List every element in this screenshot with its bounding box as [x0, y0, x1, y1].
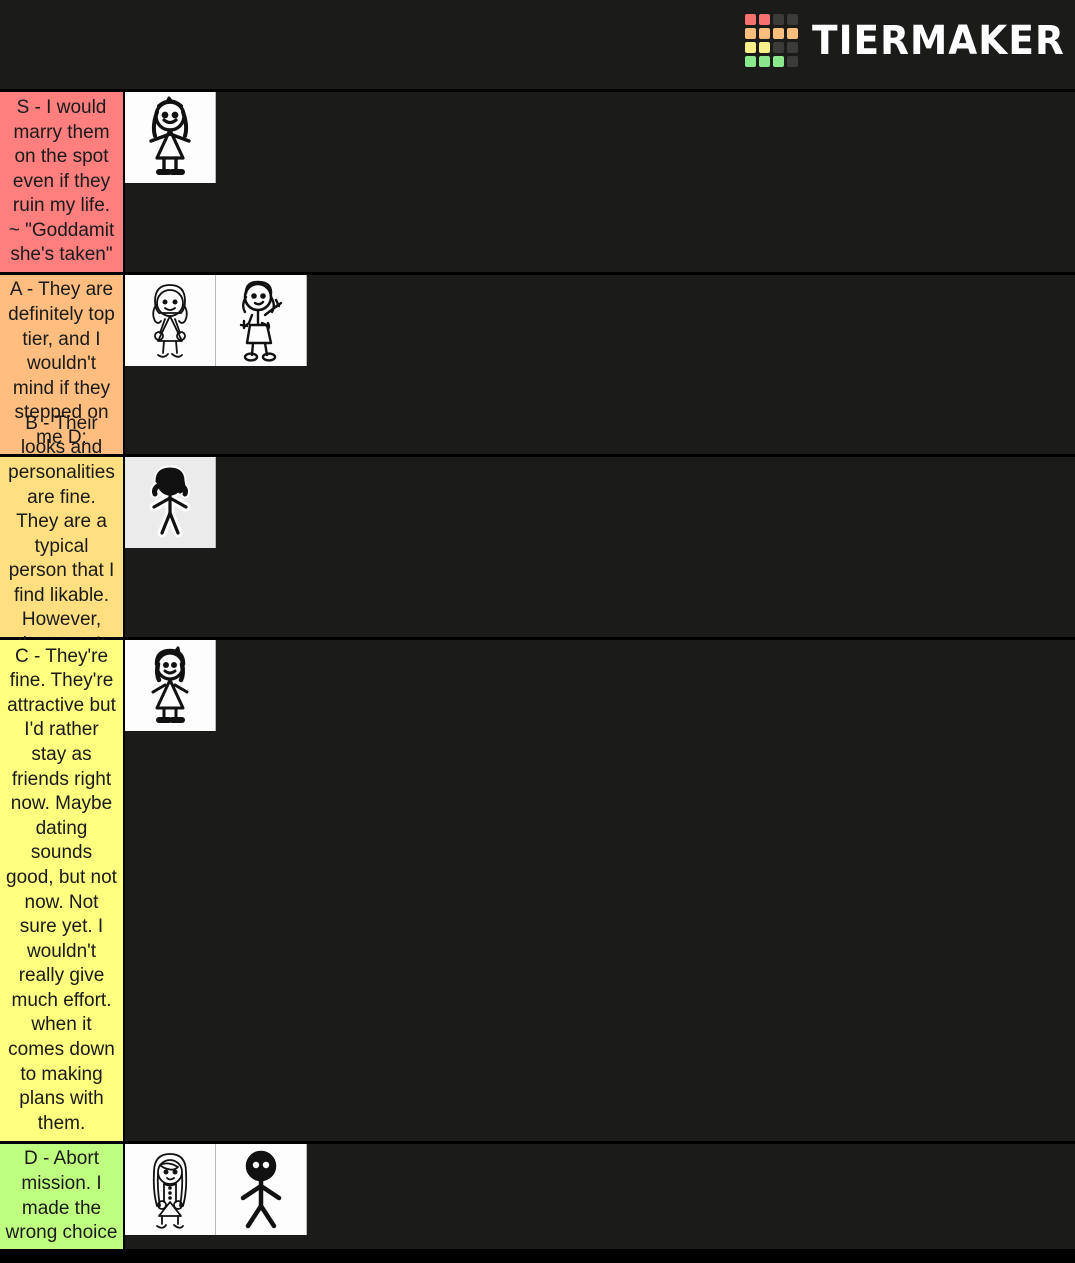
tier-items-c[interactable]: [125, 640, 1075, 1141]
tiermaker-wordmark: TIERMAKER: [811, 17, 1065, 64]
tier-items-s[interactable]: [125, 92, 1075, 272]
tier-items-b[interactable]: [125, 457, 1075, 637]
tier-row-s: S - I would marry them on the spot even …: [0, 92, 1075, 275]
logo-cell-9: [758, 42, 770, 53]
logo-cell-6: [772, 28, 784, 39]
logo-cell-11: [786, 42, 798, 53]
logo-cell-1: [758, 14, 770, 25]
stick-figure-girl-bangs-dress[interactable]: [125, 640, 216, 731]
stick-figure-girl-long-hair-dress[interactable]: [125, 1144, 216, 1235]
logo-cell-5: [758, 28, 770, 39]
tiermaker-logo-icon: [744, 14, 798, 67]
tier-row-c: C - They're fine. They're attractive but…: [0, 640, 1075, 1144]
logo-cell-13: [758, 56, 770, 67]
logo-cell-8: [744, 42, 756, 53]
tierlist-page: TIERMAKER S - I would marry them on the …: [0, 0, 1075, 1263]
tier-label-s[interactable]: S - I would marry them on the spot even …: [0, 92, 125, 272]
tier-items-d[interactable]: [125, 1144, 1075, 1249]
logo-cell-12: [744, 56, 756, 67]
stick-figure-person-plain[interactable]: [216, 1144, 307, 1235]
logo-cell-0: [744, 14, 756, 25]
logo-cell-14: [772, 56, 784, 67]
tier-items-a[interactable]: [125, 275, 1075, 454]
logo-cell-4: [744, 28, 756, 39]
tier-row-d: D - Abort mission. I made the wrong choi…: [0, 1144, 1075, 1252]
logo-cell-7: [786, 28, 798, 39]
tier-row-a: A - They are definitely top tier, and I …: [0, 275, 1075, 457]
tier-label-b[interactable]: B - Their looks and personalities are fi…: [0, 413, 125, 680]
page-header: TIERMAKER: [0, 0, 1075, 92]
logo-cell-2: [772, 14, 784, 25]
tier-label-d[interactable]: D - Abort mission. I made the wrong choi…: [0, 1144, 125, 1249]
tier-label-c[interactable]: C - They're fine. They're attractive but…: [0, 640, 125, 1141]
tier-rows: S - I would marry them on the spot even …: [0, 92, 1075, 1252]
stick-figure-girl-waving-dress[interactable]: [216, 275, 307, 366]
logo-cell-3: [786, 14, 798, 25]
logo-cell-10: [772, 42, 784, 53]
logo-cell-15: [786, 56, 798, 67]
stick-figure-girl-outline-sticker[interactable]: [125, 457, 216, 548]
tier-row-b: B - Their looks and personalities are fi…: [0, 413, 1075, 680]
stick-figure-girl-bob-hair-dress[interactable]: [125, 275, 216, 366]
stick-figure-girl-pigtails-dress[interactable]: [125, 92, 216, 183]
tiermaker-brand[interactable]: TIERMAKER: [744, 14, 1064, 67]
